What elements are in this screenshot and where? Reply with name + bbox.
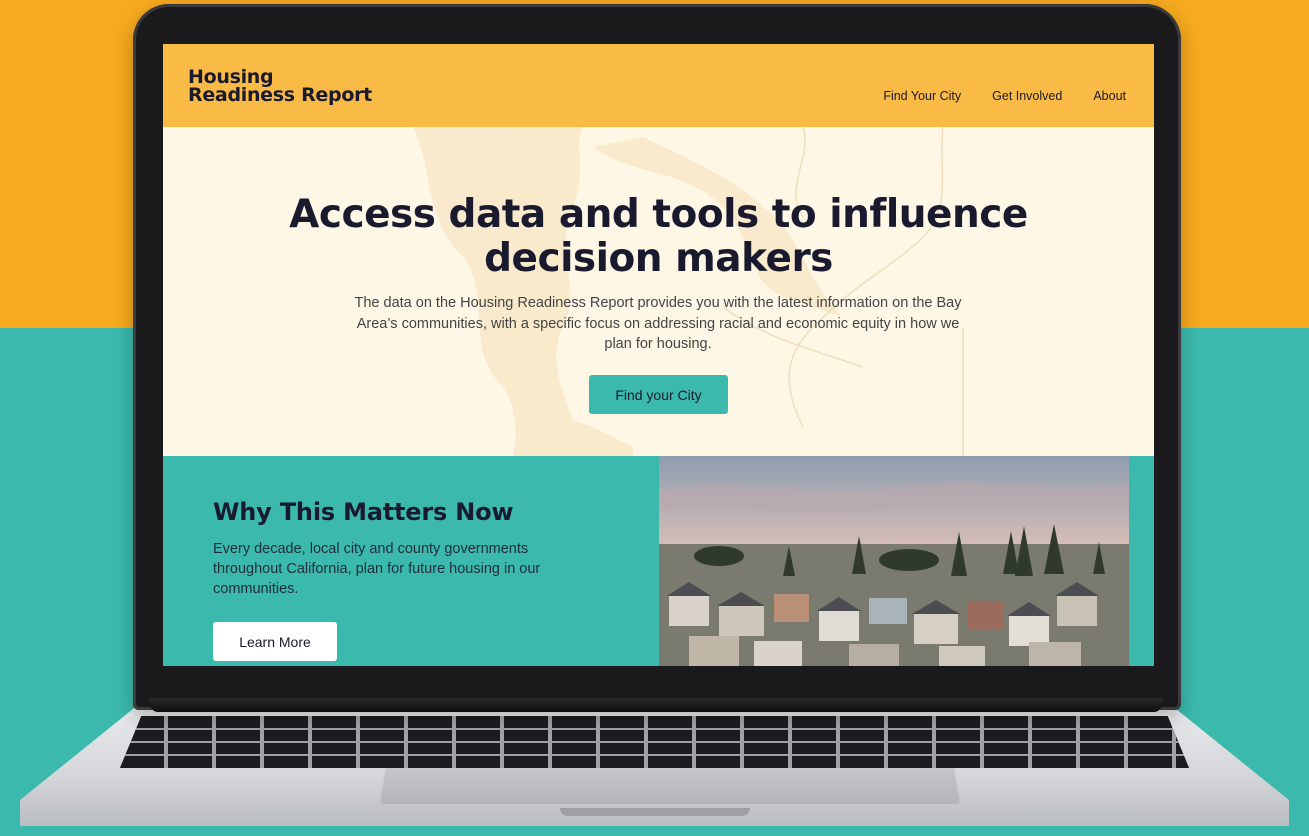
site-header: Housing Readiness Report Find Your City … bbox=[163, 44, 1154, 127]
why-this-matters-section: Why This Matters Now Every decade, local… bbox=[163, 456, 1154, 666]
laptop-keyboard bbox=[120, 716, 1189, 768]
hero-title-line-2: decision makers bbox=[484, 236, 833, 281]
hero-title: Access data and tools to influence decis… bbox=[163, 193, 1154, 281]
laptop-trackpad bbox=[380, 768, 960, 804]
find-your-city-button[interactable]: Find your City bbox=[589, 375, 728, 414]
logo-line-2: Readiness Report bbox=[188, 84, 372, 106]
site-logo[interactable]: Housing Readiness Report bbox=[188, 68, 372, 106]
laptop-lip bbox=[560, 808, 750, 816]
hero-section: Access data and tools to influence decis… bbox=[163, 127, 1154, 456]
main-nav: Find Your City Get Involved About bbox=[883, 89, 1126, 103]
hero-description: The data on the Housing Readiness Report… bbox=[354, 295, 962, 352]
section-right-edge bbox=[1129, 456, 1154, 666]
laptop-hinge bbox=[150, 698, 1162, 712]
neighborhood-photo bbox=[659, 456, 1129, 666]
nav-about[interactable]: About bbox=[1093, 89, 1126, 103]
learn-more-button[interactable]: Learn More bbox=[213, 622, 337, 661]
why-section-title: Why This Matters Now bbox=[213, 498, 514, 526]
why-section-body: Every decade, local city and county gove… bbox=[213, 541, 541, 597]
laptop-screen: Housing Readiness Report Find Your City … bbox=[163, 44, 1154, 666]
nav-get-involved[interactable]: Get Involved bbox=[992, 89, 1062, 103]
nav-find-your-city[interactable]: Find Your City bbox=[883, 89, 961, 103]
hero-title-line-1: Access data and tools to influence bbox=[289, 192, 1028, 237]
